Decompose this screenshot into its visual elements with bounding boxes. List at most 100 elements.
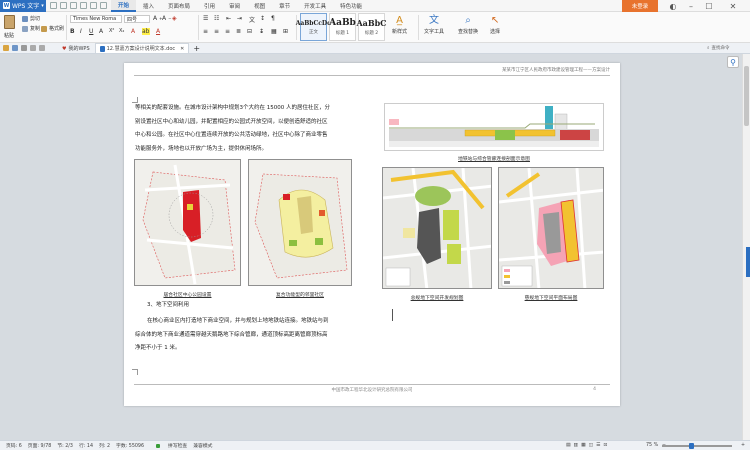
- new-doc-icon[interactable]: [50, 2, 57, 9]
- close-icon[interactable]: ✕: [718, 0, 748, 12]
- style-heading-2[interactable]: AaBbC 标题 2: [356, 13, 387, 41]
- superscript-button[interactable]: X²: [109, 28, 114, 34]
- menu-developer[interactable]: 开发工具: [297, 0, 333, 12]
- scrollbar-thumb[interactable]: [744, 66, 749, 126]
- tab-my-wps[interactable]: ♥ 我的WPS: [57, 43, 95, 53]
- shrink-font-button[interactable]: A −: [162, 15, 171, 22]
- skin-icon[interactable]: ◐: [664, 0, 682, 12]
- menu-view[interactable]: 视图: [247, 0, 272, 12]
- paragraph-1: 等相关的配套设施。在城市设计架构中规划3个大约在 15000 人的居住社区，分 …: [135, 102, 365, 156]
- increase-indent-button[interactable]: ⇥: [237, 15, 242, 22]
- distribute-button[interactable]: ⊟: [247, 28, 252, 35]
- minimize-icon[interactable]: –: [682, 0, 700, 12]
- undo-icon[interactable]: [30, 45, 36, 51]
- paste-icon[interactable]: [4, 15, 15, 29]
- menu-page-layout[interactable]: 页面布局: [161, 0, 197, 12]
- show-marks-button[interactable]: ¶: [271, 15, 275, 22]
- copy-icon: [22, 25, 28, 32]
- font-color-button[interactable]: A: [156, 28, 160, 35]
- copy-button[interactable]: 复制: [22, 25, 40, 32]
- underline-button[interactable]: U: [89, 28, 93, 35]
- status-words[interactable]: 字数: 55096: [116, 442, 144, 449]
- login-button[interactable]: 未登录: [622, 0, 658, 12]
- decrease-indent-button[interactable]: ⇤: [226, 15, 231, 22]
- align-left-button[interactable]: ≡: [203, 28, 208, 35]
- search-command[interactable]: ⌕ 查找命令: [707, 44, 747, 52]
- undo-icon[interactable]: [90, 2, 97, 9]
- find-replace-label: 查找替换: [458, 29, 479, 35]
- italic-button[interactable]: I: [80, 28, 82, 35]
- paste-button[interactable]: 粘贴: [4, 32, 14, 39]
- strikethrough-button[interactable]: A: [99, 28, 103, 35]
- spell-check-toggle[interactable]: 拼写检查: [150, 442, 187, 449]
- zoom-level[interactable]: 75 %: [646, 443, 658, 448]
- menu-insert[interactable]: 插入: [136, 0, 161, 12]
- format-painter-button[interactable]: 格式刷: [41, 25, 64, 32]
- zoom-slider-thumb[interactable]: [689, 443, 694, 449]
- page-number: 4: [593, 387, 596, 392]
- location-pin-icon[interactable]: ⚲: [727, 56, 739, 68]
- chinese-layout-button[interactable]: 文: [249, 15, 255, 24]
- menu-home[interactable]: 开始: [111, 0, 137, 12]
- page-header: 某某市江宁区人民政府市政建设管理工程——方案设计: [502, 68, 610, 73]
- side-panel-handle[interactable]: [746, 247, 750, 277]
- bold-button[interactable]: B: [70, 28, 75, 35]
- highlight-button[interactable]: ab: [142, 28, 150, 35]
- zoom-slider[interactable]: [662, 445, 732, 447]
- find-replace-button[interactable]: ⌕ 查找替换: [458, 14, 478, 35]
- document-area[interactable]: 某某市江宁区人民政府市政建设管理工程——方案设计 等相关的配套设施。在城市设计架…: [0, 54, 742, 440]
- bullet-list-button[interactable]: ☰: [203, 15, 208, 22]
- text-tools-button[interactable]: 文 文字工具: [424, 14, 444, 35]
- text-tools-icon: 文: [429, 15, 439, 26]
- new-style-button[interactable]: A̲ 新样式: [392, 14, 407, 35]
- folder-icon[interactable]: [3, 45, 9, 51]
- new-tab-icon[interactable]: +: [193, 44, 200, 53]
- style-normal[interactable]: AaBbCcDd 正文: [296, 13, 331, 41]
- open-icon[interactable]: [60, 2, 67, 9]
- ribbon-toolbar: 粘贴 剪切 复制 格式刷 Times New Roma 四号 A + A − ◈ B…: [0, 12, 750, 43]
- community-park-map: [134, 159, 241, 286]
- numbered-list-button[interactable]: ☷: [214, 15, 219, 22]
- view-mode-icons[interactable]: ▤▥▦◫☰⊡: [566, 443, 610, 448]
- menu-review[interactable]: 审阅: [222, 0, 247, 12]
- new-style-label: 新样式: [392, 29, 408, 35]
- search-icon: ⌕: [707, 46, 710, 51]
- border-button[interactable]: ⊞: [283, 28, 288, 35]
- cut-button[interactable]: 剪切: [22, 15, 40, 22]
- sort-button[interactable]: ↕: [260, 15, 265, 22]
- text-effect-button[interactable]: A: [131, 28, 135, 35]
- status-pages: 页面: 9/78: [27, 444, 52, 449]
- app-menu-button[interactable]: W WPS 文字 ▾: [0, 0, 46, 12]
- print-icon[interactable]: [80, 2, 87, 9]
- save-icon[interactable]: [12, 45, 18, 51]
- line-spacing-button[interactable]: ↨: [259, 28, 264, 35]
- menu-references[interactable]: 引用: [197, 0, 222, 12]
- subscript-button[interactable]: X₂: [119, 28, 124, 34]
- community-park-map-drawing: [135, 160, 240, 285]
- tab-document[interactable]: 12.慧嘉方案设计说明文本.doc ✕: [94, 43, 190, 53]
- font-size-select[interactable]: 四号: [124, 15, 150, 23]
- font-name-select[interactable]: Times New Roma: [70, 15, 122, 23]
- print-icon[interactable]: [21, 45, 27, 51]
- neighborhood-map: [248, 159, 352, 286]
- save-icon[interactable]: [70, 2, 77, 9]
- align-right-button[interactable]: ≡: [225, 28, 230, 35]
- caption-section: 地铁站与综合管廊连接剖面示意图: [458, 157, 530, 162]
- maximize-icon[interactable]: ☐: [700, 0, 718, 12]
- shading-button[interactable]: ▦: [271, 28, 277, 35]
- menu-special[interactable]: 特色功能: [333, 0, 369, 12]
- redo-icon[interactable]: [39, 45, 45, 51]
- document-page[interactable]: 某某市江宁区人民政府市政建设管理工程——方案设计 等相关的配套设施。在城市设计架…: [124, 63, 620, 406]
- redo-icon[interactable]: [100, 2, 107, 9]
- clear-format-icon[interactable]: ◈: [172, 15, 177, 22]
- divider: [198, 15, 199, 40]
- section-heading: 3、地下空间利用: [147, 302, 189, 308]
- zoom-in-icon[interactable]: +: [741, 443, 745, 448]
- menu-section[interactable]: 章节: [272, 0, 297, 12]
- style-heading-1[interactable]: AaBb 标题 1: [329, 13, 356, 41]
- justify-button[interactable]: ≣: [236, 28, 241, 35]
- close-tab-icon[interactable]: ✕: [180, 46, 184, 52]
- align-center-button[interactable]: ≡: [214, 28, 219, 35]
- underground-layout-drawing: [499, 168, 603, 288]
- select-button[interactable]: ↖ 选择: [490, 14, 500, 35]
